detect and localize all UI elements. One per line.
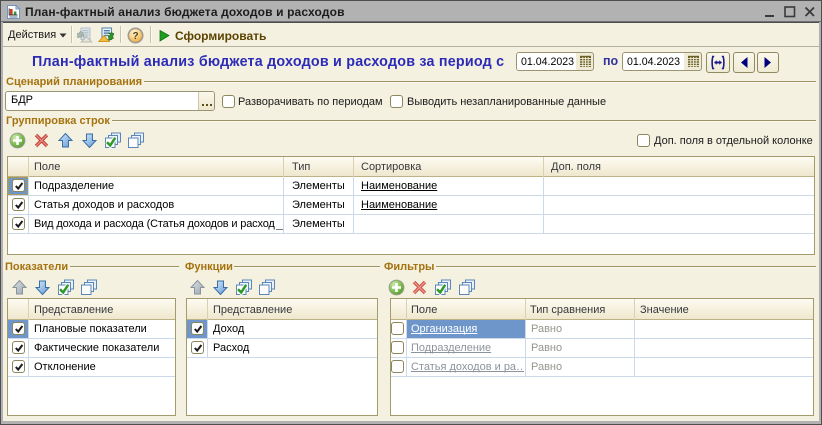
svg-text:?: ? xyxy=(132,31,138,42)
